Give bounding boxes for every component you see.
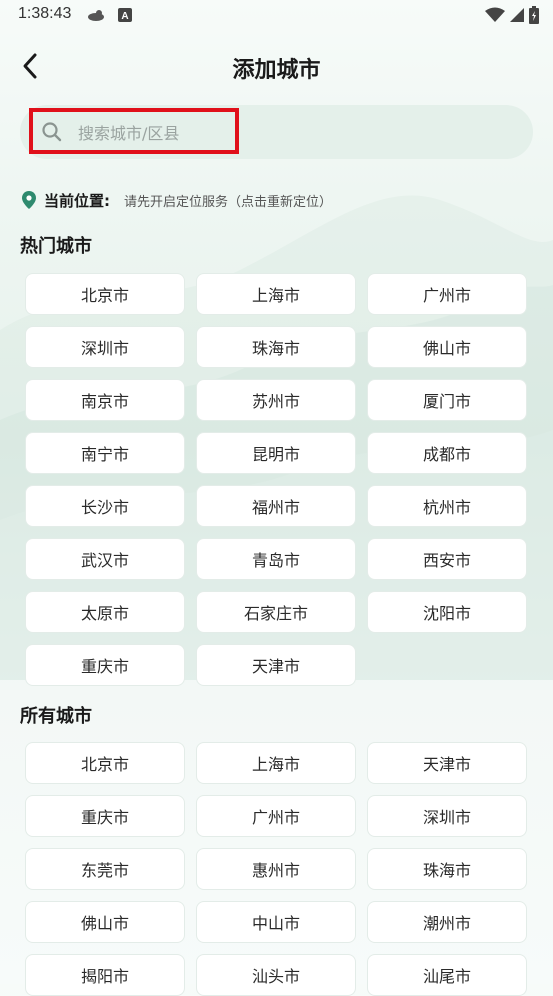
all-cities-grid: 北京市 上海市 天津市 重庆市 广州市 深圳市 东莞市 惠州市 珠海市 佛山市 … bbox=[25, 742, 528, 996]
hot-city-button[interactable]: 西安市 bbox=[367, 538, 527, 580]
city-button[interactable]: 东莞市 bbox=[25, 848, 185, 890]
city-button[interactable]: 广州市 bbox=[196, 795, 356, 837]
signal-icon bbox=[509, 7, 525, 27]
hot-city-button[interactable]: 长沙市 bbox=[25, 485, 185, 527]
relocate-link[interactable]: 请先开启定位服务（点击重新定位） bbox=[124, 191, 332, 210]
city-button[interactable]: 北京市 bbox=[25, 742, 185, 784]
city-button[interactable]: 汕头市 bbox=[196, 954, 356, 996]
location-pin-icon bbox=[22, 191, 36, 209]
city-button[interactable]: 天津市 bbox=[367, 742, 527, 784]
status-bar: 1:38:43 A bbox=[0, 0, 553, 32]
all-cities-title: 所有城市 bbox=[20, 706, 92, 727]
city-button[interactable]: 珠海市 bbox=[367, 848, 527, 890]
page-title: 添加城市 bbox=[232, 58, 321, 83]
city-button[interactable]: 汕尾市 bbox=[367, 954, 527, 996]
city-button[interactable]: 深圳市 bbox=[367, 795, 527, 837]
search-input[interactable] bbox=[76, 119, 480, 147]
hot-city-button[interactable]: 佛山市 bbox=[367, 326, 527, 368]
hot-cities-title: 热门城市 bbox=[20, 236, 92, 257]
wifi-icon bbox=[485, 7, 505, 27]
current-location-row[interactable]: 当前位置: 请先开启定位服务（点击重新定位） bbox=[22, 187, 332, 213]
svg-text:A: A bbox=[121, 11, 128, 22]
hot-city-button[interactable]: 北京市 bbox=[25, 273, 185, 315]
a-badge-icon: A bbox=[118, 7, 132, 26]
hot-city-button[interactable]: 昆明市 bbox=[196, 432, 356, 474]
hot-city-button[interactable]: 上海市 bbox=[196, 273, 356, 315]
header: 添加城市 bbox=[0, 42, 553, 92]
city-button[interactable]: 佛山市 bbox=[25, 901, 185, 943]
battery-charging-icon bbox=[529, 6, 539, 28]
hot-city-button[interactable]: 南京市 bbox=[25, 379, 185, 421]
city-button[interactable]: 惠州市 bbox=[196, 848, 356, 890]
hot-cities-grid: 北京市 上海市 广州市 深圳市 珠海市 佛山市 南京市 苏州市 厦门市 南宁市 … bbox=[25, 273, 528, 686]
city-button[interactable]: 中山市 bbox=[196, 901, 356, 943]
search-icon bbox=[42, 122, 62, 142]
city-button[interactable]: 上海市 bbox=[196, 742, 356, 784]
status-time: 1:38:43 bbox=[18, 5, 72, 22]
current-location-label: 当前位置: bbox=[44, 191, 110, 210]
hot-city-button[interactable]: 深圳市 bbox=[25, 326, 185, 368]
city-button[interactable]: 重庆市 bbox=[25, 795, 185, 837]
hot-city-button[interactable]: 天津市 bbox=[196, 644, 356, 686]
hot-city-button[interactable]: 武汉市 bbox=[25, 538, 185, 580]
hot-city-button[interactable]: 广州市 bbox=[367, 273, 527, 315]
hot-city-button[interactable]: 苏州市 bbox=[196, 379, 356, 421]
city-button[interactable]: 揭阳市 bbox=[25, 954, 185, 996]
hot-city-button[interactable]: 沈阳市 bbox=[367, 591, 527, 633]
search-bar[interactable] bbox=[20, 105, 533, 159]
hot-city-button[interactable]: 石家庄市 bbox=[196, 591, 356, 633]
hot-city-button[interactable]: 青岛市 bbox=[196, 538, 356, 580]
hot-city-button[interactable]: 福州市 bbox=[196, 485, 356, 527]
hot-city-button[interactable]: 成都市 bbox=[367, 432, 527, 474]
hot-city-button[interactable]: 厦门市 bbox=[367, 379, 527, 421]
hot-city-button[interactable]: 南宁市 bbox=[25, 432, 185, 474]
hot-city-button[interactable]: 重庆市 bbox=[25, 644, 185, 686]
hot-city-button[interactable]: 杭州市 bbox=[367, 485, 527, 527]
notification-icon bbox=[86, 7, 106, 26]
city-button[interactable]: 潮州市 bbox=[367, 901, 527, 943]
hot-city-button[interactable]: 珠海市 bbox=[196, 326, 356, 368]
hot-city-button[interactable]: 太原市 bbox=[25, 591, 185, 633]
